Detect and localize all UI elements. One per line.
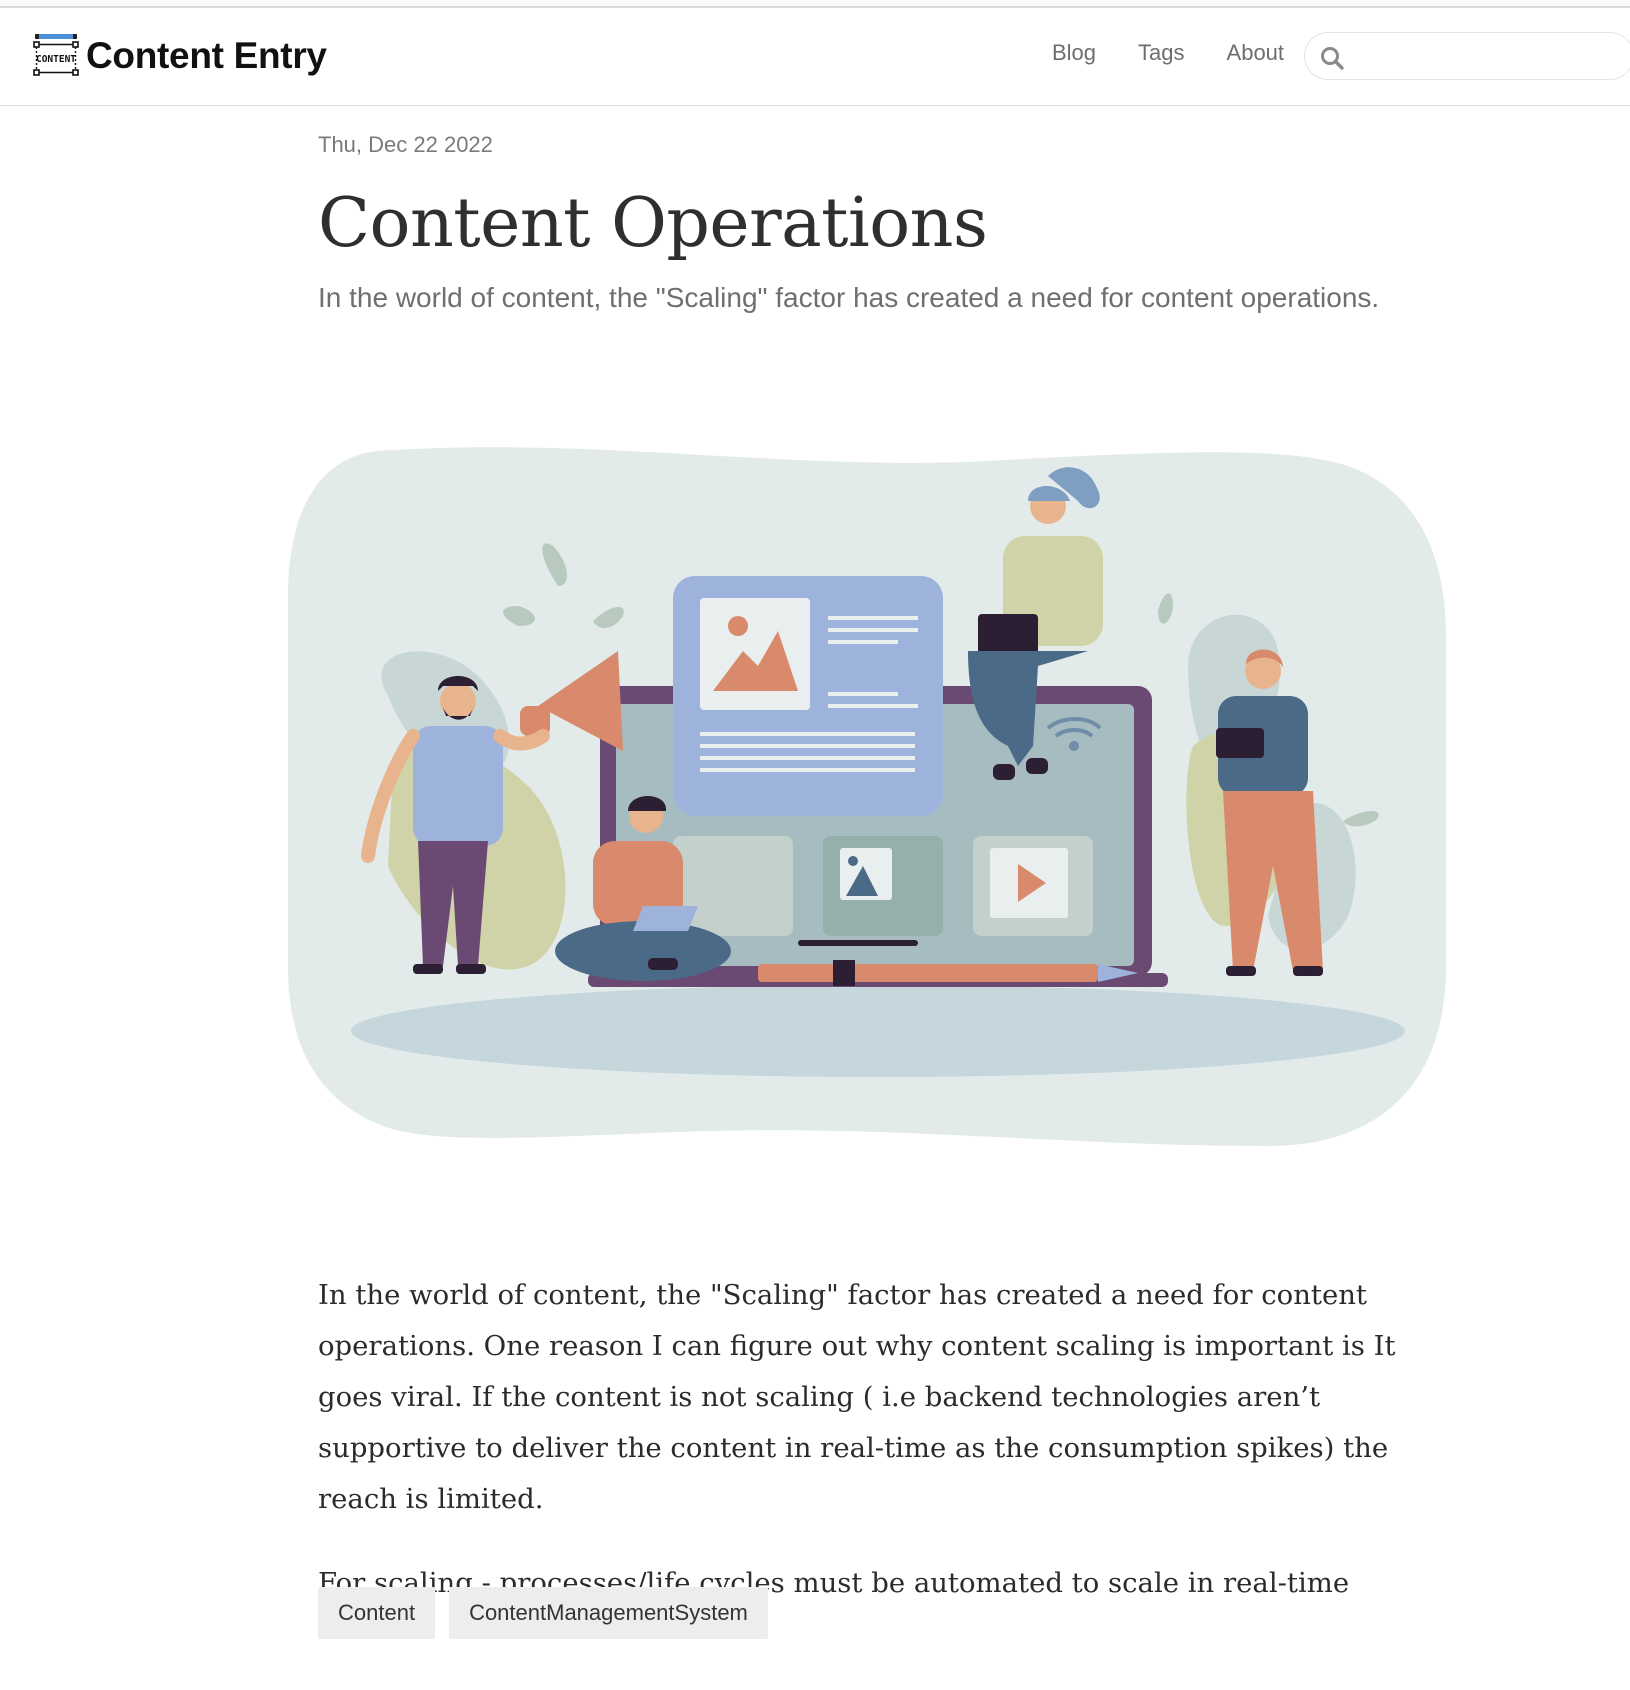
brand-name: Content Entry	[86, 35, 327, 76]
post-tags: Content ContentManagementSystem	[318, 1587, 782, 1639]
search-box	[1304, 32, 1630, 80]
nav-blog[interactable]: Blog	[1052, 40, 1096, 66]
nav-about[interactable]: About	[1227, 40, 1285, 66]
brand-link[interactable]: CONTENT Content Entry	[32, 30, 327, 82]
search-icon[interactable]	[1319, 45, 1345, 71]
post-title: Content Operations	[318, 184, 988, 263]
browser-top-rule	[0, 0, 1630, 8]
content-logo-icon: CONTENT	[33, 34, 79, 76]
tag-content-management-system[interactable]: ContentManagementSystem	[449, 1587, 768, 1639]
post-date: Thu, Dec 22 2022	[318, 132, 493, 157]
tag-content[interactable]: Content	[318, 1587, 436, 1639]
nav-tags[interactable]: Tags	[1138, 40, 1184, 66]
main-nav: Blog Tags About	[1052, 40, 1326, 66]
article-paragraph: In the world of content, the "Scaling" f…	[318, 1279, 1396, 1515]
ground-shadow	[351, 985, 1405, 1077]
post-subtitle: In the world of content, the "Scaling" f…	[318, 282, 1380, 313]
search-input[interactable]	[1357, 41, 1617, 71]
svg-text:CONTENT: CONTENT	[36, 54, 76, 65]
hero-illustration	[288, 447, 1446, 1146]
site-header: CONTENT Content Entry Blog Tags About	[0, 8, 1630, 106]
content-card	[673, 576, 943, 816]
